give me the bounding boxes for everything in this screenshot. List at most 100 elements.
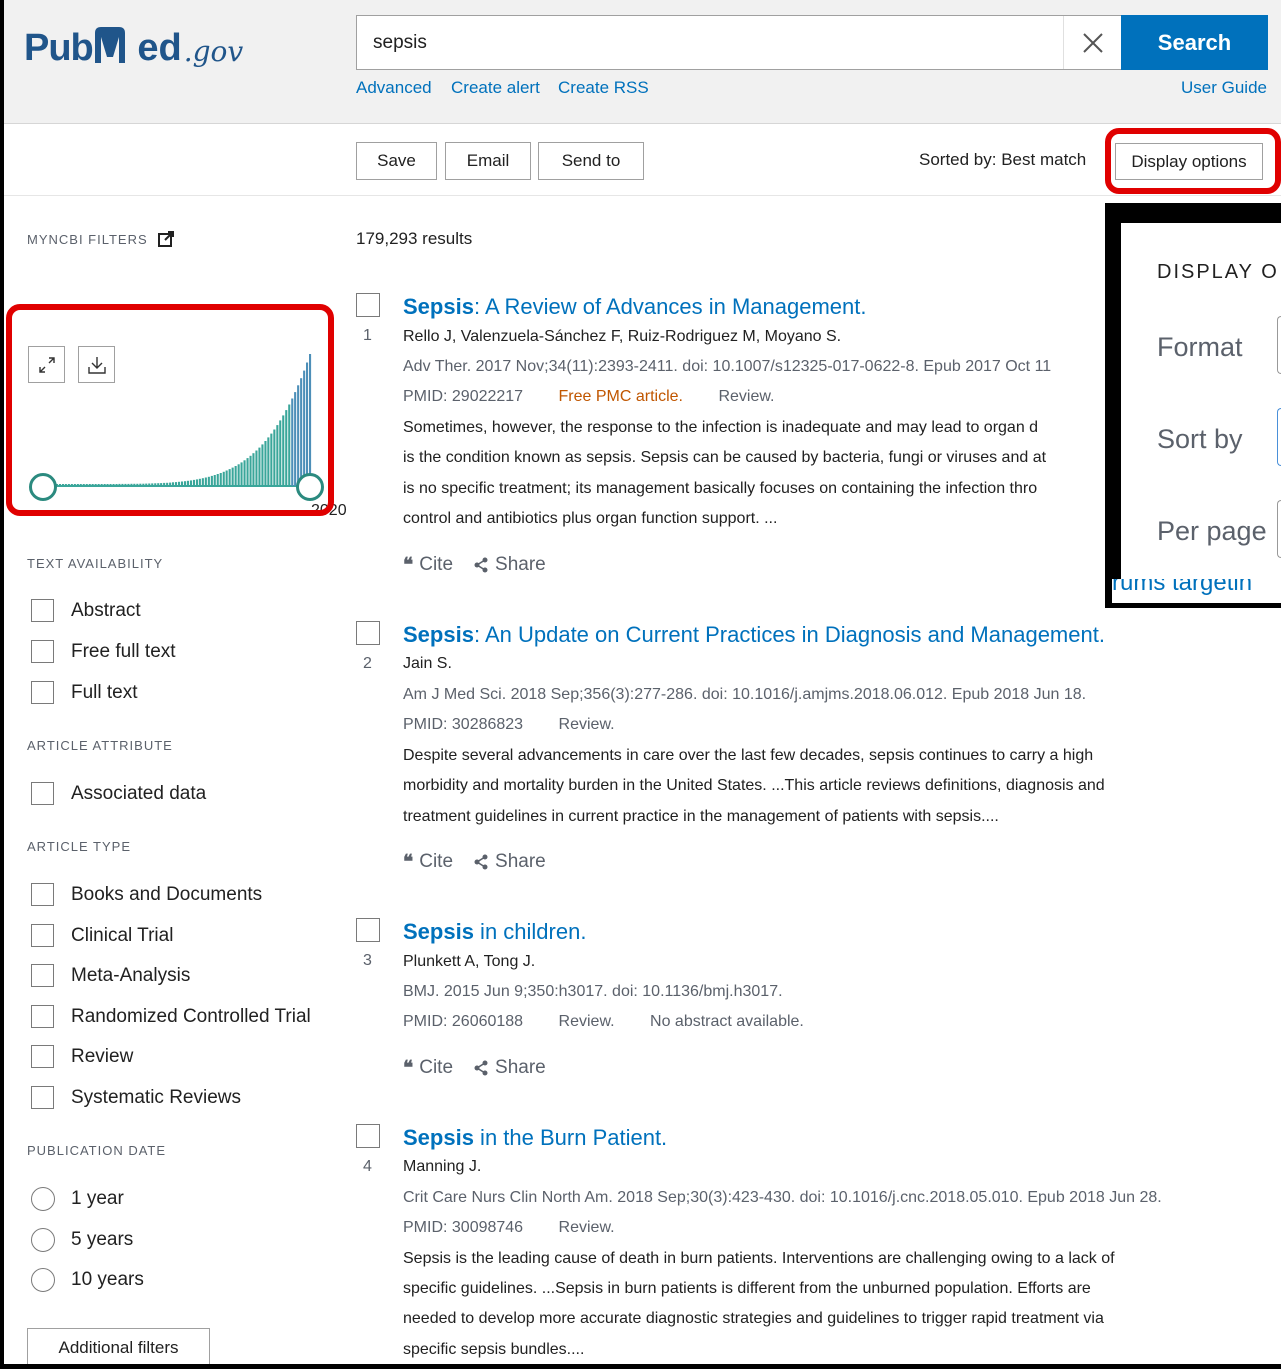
filter-review[interactable]: Review (31, 1045, 133, 1068)
filter-books-and-documents[interactable]: Books and Documents (31, 883, 262, 906)
result-citation: Adv Ther. 2017 Nov;34(11):2393-2411. doi… (403, 358, 1052, 375)
result-title-link[interactable]: Sepsis in children. (403, 919, 586, 945)
filter-clinical-trial[interactable]: Clinical Trial (31, 924, 173, 947)
send-to-button[interactable]: Send to (538, 142, 644, 180)
share-button[interactable]: Share (473, 851, 546, 873)
radio-button[interactable] (31, 1228, 55, 1252)
cite-button[interactable]: ❝ Cite (403, 554, 453, 576)
user-guide-link[interactable]: User Guide (1181, 78, 1267, 98)
result-title-link[interactable]: Sepsis in the Burn Patient. (403, 1125, 667, 1151)
result-checkbox[interactable] (356, 621, 380, 645)
format-select[interactable] (1277, 316, 1281, 374)
filter-randomized-controlled-trial[interactable]: Randomized Controlled Trial (31, 1005, 311, 1028)
filter-1-year[interactable]: 1 year (31, 1187, 124, 1211)
checkbox[interactable] (31, 883, 54, 906)
checkbox[interactable] (31, 640, 54, 663)
checkbox[interactable] (31, 964, 54, 987)
timeline-bar (288, 404, 291, 486)
filter-label: Abstract (71, 599, 141, 621)
filter-free-full-text[interactable]: Free full text (31, 640, 176, 663)
checkbox[interactable] (31, 1086, 54, 1109)
result-number: 3 (363, 952, 372, 969)
external-link-icon (157, 231, 174, 247)
create-rss-link[interactable]: Create RSS (558, 78, 649, 98)
timeline-bar (115, 484, 118, 486)
timeline-bar (285, 410, 288, 486)
title-text: in children. (473, 919, 587, 944)
save-button[interactable]: Save (356, 142, 437, 180)
logo-gov-text: .gov (183, 35, 244, 68)
filter-10-years[interactable]: 10 years (31, 1268, 144, 1292)
checkbox[interactable] (31, 681, 54, 704)
sort-by-select[interactable] (1277, 408, 1281, 466)
result-snippet-line: Sometimes, however, the response to the … (403, 419, 1039, 436)
timeline-bar (64, 484, 67, 486)
filter-full-text[interactable]: Full text (31, 681, 138, 704)
share-button[interactable]: Share (473, 1057, 546, 1079)
timeline-bar (267, 437, 270, 486)
filter-systematic-reviews[interactable]: Systematic Reviews (31, 1086, 241, 1109)
email-button[interactable]: Email (445, 142, 531, 180)
clear-search-button[interactable] (1063, 16, 1121, 69)
cite-button[interactable]: ❝ Cite (403, 851, 453, 873)
result-citation: Crit Care Nurs Clin North Am. 2018 Sep;3… (403, 1189, 1162, 1206)
pubmed-logo[interactable]: Pub ed .gov (24, 20, 243, 70)
timeline-bar (294, 392, 297, 486)
checkbox[interactable] (31, 782, 54, 805)
title-text: : An Update on Current Practices in Diag… (473, 622, 1105, 647)
radio-button[interactable] (31, 1268, 55, 1292)
timeline-bar (157, 483, 160, 486)
timeline-bar (73, 484, 76, 486)
range-slider-start-handle[interactable] (29, 473, 57, 501)
checkbox[interactable] (31, 1005, 54, 1028)
filter-associated-data[interactable]: Associated data (31, 782, 206, 805)
cite-button[interactable]: ❝ Cite (403, 1057, 453, 1079)
result-checkbox[interactable] (356, 293, 380, 317)
filter-abstract[interactable]: Abstract (31, 599, 141, 622)
range-slider-end-handle[interactable] (296, 473, 324, 501)
timeline-bar (201, 478, 204, 486)
checkbox[interactable] (31, 599, 54, 622)
result-checkbox[interactable] (356, 1124, 380, 1148)
timeline-bar (136, 483, 139, 486)
radio-button[interactable] (31, 1187, 55, 1211)
timeline-bar (240, 462, 243, 486)
timeline-bar (127, 483, 130, 486)
title-text: : A Review of Advances in Management. (473, 294, 867, 319)
text-availability-heading: TEXT AVAILABILITY (27, 556, 164, 571)
filter-5-years[interactable]: 5 years (31, 1228, 133, 1252)
search-input[interactable] (357, 16, 1057, 69)
search-button[interactable]: Search (1121, 15, 1268, 70)
result-actions: ❝ Cite Share (403, 554, 546, 576)
share-button[interactable]: Share (473, 554, 546, 576)
result-checkbox[interactable] (356, 918, 380, 942)
result-title-link[interactable]: Sepsis: A Review of Advances in Manageme… (403, 294, 867, 320)
advanced-search-link[interactable]: Advanced (356, 78, 432, 98)
timeline-bar (118, 483, 121, 486)
share-icon (474, 1060, 488, 1076)
article-type: Review. (558, 716, 615, 733)
timeline-bar (172, 482, 175, 486)
checkbox[interactable] (31, 924, 54, 947)
per-page-select[interactable] (1277, 500, 1281, 558)
screenshot-frame (0, 0, 1281, 1369)
timeline-bar (112, 484, 115, 486)
timeline-bar (270, 433, 273, 486)
publication-timeline-chart[interactable]: 2020 (16, 318, 347, 519)
timeline-bar (195, 479, 198, 486)
create-alert-link[interactable]: Create alert (451, 78, 540, 98)
checkbox[interactable] (31, 1045, 54, 1068)
result-snippet-line: specific sepsis bundles.... (403, 1341, 585, 1358)
result-title-link[interactable]: Sepsis: An Update on Current Practices i… (403, 622, 1105, 648)
logo-med-text: ed (93, 23, 182, 70)
format-label: Format (1157, 332, 1243, 362)
result-snippet-line: specific guidelines. ...Sepsis in burn p… (403, 1280, 1091, 1297)
timeline-bar (261, 444, 264, 486)
filter-meta-analysis[interactable]: Meta-Analysis (31, 964, 190, 987)
partial-text: rums targetin (1112, 579, 1253, 596)
myncbi-filters-heading[interactable]: MYNCBI FILTERS (27, 231, 174, 247)
timeline-bar (124, 483, 127, 486)
pmid: PMID: 30286823 (403, 716, 524, 733)
additional-filters-button[interactable]: Additional filters (27, 1328, 210, 1368)
display-options-button[interactable]: Display options (1115, 143, 1263, 180)
